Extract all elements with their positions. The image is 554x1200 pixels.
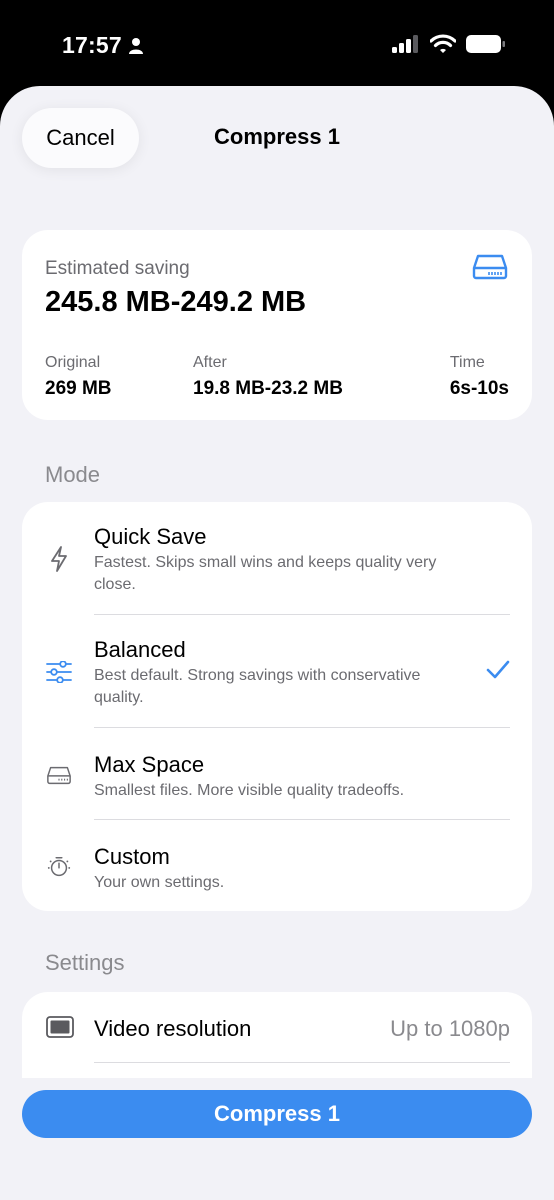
estimated-saving-card: Estimated saving 245.8 MB-249.2 MB Origi… [22,230,532,420]
mode-option-max-space[interactable]: Max Space Smallest files. More visible q… [22,728,532,819]
time-label: Time [449,354,485,371]
timer-icon [46,854,72,880]
person-icon [128,37,143,54]
compress-button[interactable]: Compress 1 [22,1090,532,1138]
wifi-icon [430,34,456,53]
mode-title: Balanced [94,637,186,662]
video-frame-icon [46,1016,74,1038]
after-label: After [193,354,227,371]
time-value: 6s-10s [449,378,509,399]
battery-icon [466,35,505,53]
mode-description: Smallest files. More visible quality tra… [94,782,405,799]
mode-option-quick-save[interactable]: Quick Save Fastest. Skips small wins and… [22,502,532,614]
estimated-saving-label: Estimated saving [45,258,190,279]
original-value: 269 MB [45,378,112,399]
checkmark-icon [486,660,510,679]
status-time-text: 17:57 [62,32,122,58]
compress-sheet: Cancel Compress 1 Estimated saving 245.8… [0,86,554,1200]
setting-video-resolution[interactable]: Video resolution Up to 1080p [22,992,532,1062]
time-stat: Time 6s-10s [450,354,509,400]
storage-drive-icon [472,254,508,280]
status-bar: 17:57 [0,0,554,88]
after-value: 19.8 MB-23.2 MB [193,378,343,399]
mode-option-balanced[interactable]: Balanced Best default. Strong savings wi… [22,615,532,727]
bottom-bar: Compress 1 [0,1078,554,1200]
video-resolution-label: Video resolution [94,1016,252,1041]
divider [94,1062,510,1063]
mode-title: Quick Save [94,524,207,549]
after-stat: After 19.8 MB-23.2 MB [193,354,343,400]
sheet-title: Compress 1 [214,124,340,149]
original-stat: Original 269 MB [45,354,112,400]
cellular-signal-icon [392,35,418,53]
mode-card: Quick Save Fastest. Skips small wins and… [22,502,532,911]
video-resolution-value: Up to 1080p [390,1016,510,1041]
bolt-icon [46,546,72,572]
mode-description: Fastest. Skips small wins and keeps qual… [94,554,437,593]
estimated-saving-value: 245.8 MB-249.2 MB [45,286,307,318]
mode-option-custom[interactable]: Custom Your own settings. [22,820,532,911]
status-time: 17:57 [62,32,144,59]
mode-section-header: Mode [45,462,101,487]
sliders-icon [46,659,72,685]
mode-title: Max Space [94,752,205,777]
drive-icon [46,762,72,788]
mode-description: Best default. Strong savings with conser… [94,667,421,706]
mode-title: Custom [94,844,170,869]
original-label: Original [45,354,101,371]
settings-section-header: Settings [45,950,125,975]
mode-description: Your own settings. [94,874,225,891]
status-indicators [392,34,506,54]
